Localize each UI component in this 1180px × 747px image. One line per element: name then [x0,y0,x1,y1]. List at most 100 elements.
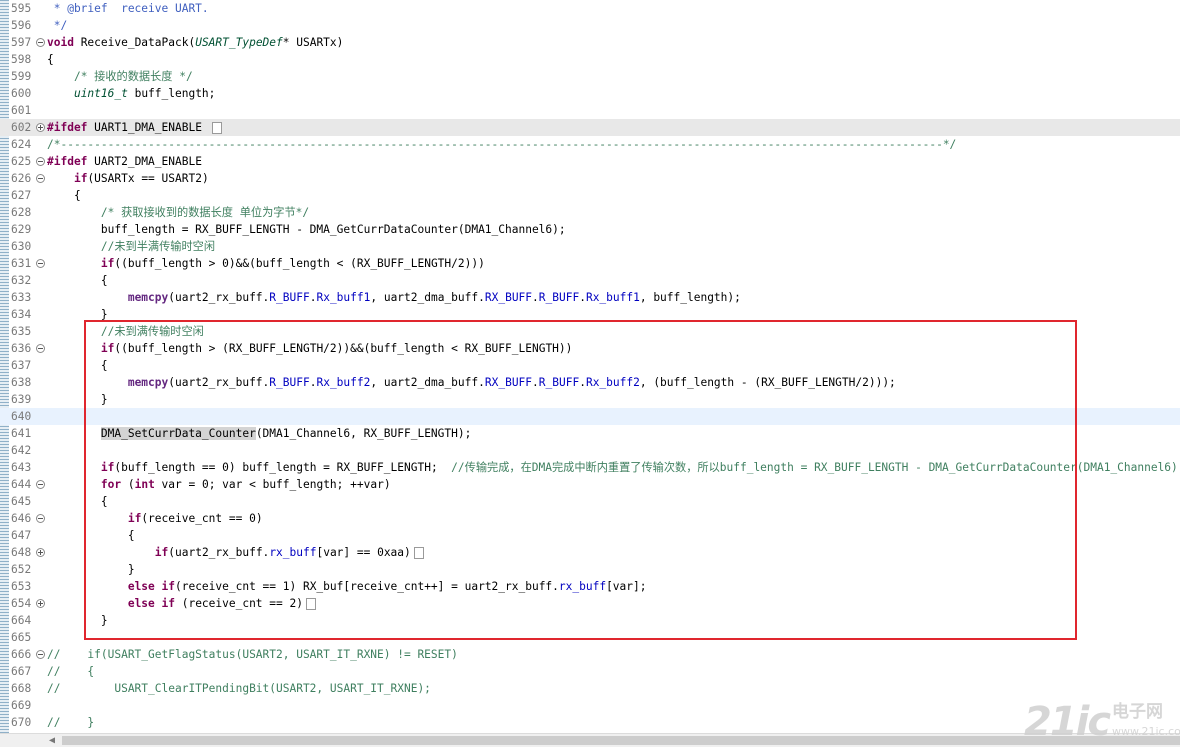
code-token: R_BUFF [538,291,580,304]
code-text: * @brief receive UART. [47,0,209,17]
code-line[interactable]: 601 [0,102,1180,119]
code-line[interactable]: 625 #ifdef UART2_DMA_ENABLE [0,153,1180,170]
code-editor[interactable]: 595 * @brief receive UART. 596 */597 void … [0,0,1180,733]
line-number: 642 [11,444,32,457]
code-line[interactable]: 642 [0,442,1180,459]
code-line[interactable]: 668 // USART_ClearITPendingBit(USART2, US… [0,680,1180,697]
line-number: 626 [11,172,32,185]
code-line[interactable]: 670 // } [0,714,1180,731]
scrollbar-thumb[interactable] [62,736,1180,745]
code-line[interactable]: 669 [0,697,1180,714]
code-line[interactable]: 600 uint16_t buff_length; [0,85,1180,102]
code-line[interactable]: 626 if(USARTx == USART2) [0,170,1180,187]
line-number: 639 [11,393,32,406]
code-line[interactable]: 598 { [0,51,1180,68]
code-line[interactable]: 599 /* 接收的数据长度 */ [0,68,1180,85]
code-line[interactable]: 666 // if(USART_GetFlagStatus(USART2, USA… [0,646,1180,663]
horizontal-scrollbar[interactable]: ◀ [0,733,1180,747]
code-line[interactable]: 630 //未到半满传输时空闲 [0,238,1180,255]
code-token: R_BUFF [269,376,310,389]
code-line[interactable]: 632 { [0,272,1180,289]
code-token: } [47,563,135,576]
code-text: if(USARTx == USART2) [47,170,209,187]
code-line[interactable]: 641 DMA_SetCurrData_Counter(DMA1_Channel… [0,425,1180,442]
line-number: 667 [11,665,32,678]
code-text: if((buff_length > (RX_BUFF_LENGTH/2))&&(… [47,340,573,357]
code-token: (buff_length == 0) buff_length = RX_BUFF… [114,461,452,474]
collapsed-block-icon[interactable] [413,547,424,559]
code-line[interactable]: 628 /* 获取接收到的数据长度 单位为字节*/ [0,204,1180,221]
fold-collapse-icon[interactable] [36,259,45,268]
fold-collapse-icon[interactable] [36,344,45,353]
code-token: [var] == 0xaa) [316,546,411,559]
line-number: 630 [11,240,32,253]
line-number: 664 [11,614,32,627]
code-line[interactable]: 634 } [0,306,1180,323]
code-line[interactable]: 631 if((buff_length > 0)&&(buff_length <… [0,255,1180,272]
code-token: Rx_buff1 [316,291,371,304]
code-line[interactable]: 652 } [0,561,1180,578]
code-token: Rx_buff1 [585,291,640,304]
code-line[interactable]: 640 [0,408,1180,425]
line-number: 652 [11,563,32,576]
fold-collapse-icon[interactable] [36,650,45,659]
code-line[interactable]: 624 /*-----------------------------------… [0,136,1180,153]
code-line[interactable]: 644 for (int var = 0; var < buff_length;… [0,476,1180,493]
code-text: void Receive_DataPack(USART_TypeDef* USA… [47,34,343,51]
code-token: for [100,478,122,491]
code-line[interactable]: 653 else if(receive_cnt == 1) RX_buf[rec… [0,578,1180,595]
code-line[interactable]: 635 //未到满传输时空闲 [0,323,1180,340]
code-line[interactable]: 596 */ [0,17,1180,34]
line-number: 640 [11,410,32,423]
code-line[interactable]: 602 #ifdef UART1_DMA_ENABLE [0,119,1180,136]
code-line[interactable]: 597 void Receive_DataPack(USART_TypeDef* … [0,34,1180,51]
code-line[interactable]: 629 buff_length = RX_BUFF_LENGTH - DMA_G… [0,221,1180,238]
line-number: 629 [11,223,32,236]
fold-expand-icon[interactable] [36,123,45,132]
code-line[interactable]: 633 memcpy(uart2_rx_buff.R_BUFF.Rx_buff1… [0,289,1180,306]
code-text: { [47,357,108,374]
fold-collapse-icon[interactable] [36,480,45,489]
fold-collapse-icon[interactable] [36,174,45,183]
code-line[interactable]: 638 memcpy(uart2_rx_buff.R_BUFF.Rx_buff2… [0,374,1180,391]
code-line[interactable]: 665 [0,629,1180,646]
fold-collapse-icon[interactable] [36,514,45,523]
code-line[interactable]: 636 if((buff_length > (RX_BUFF_LENGTH/2)… [0,340,1180,357]
code-line[interactable]: 667 // { [0,663,1180,680]
collapsed-block-icon[interactable] [305,598,316,610]
collapsed-block-icon[interactable] [211,122,222,134]
line-number: 654 [11,597,32,610]
code-line[interactable]: 646 if(receive_cnt == 0) [0,510,1180,527]
code-text: /* 获取接收到的数据长度 单位为字节*/ [47,204,309,221]
line-number: 633 [11,291,32,304]
code-line[interactable]: 648 if(uart2_rx_buff.rx_buff[var] == 0xa… [0,544,1180,561]
arrow-left-icon[interactable]: ◀ [46,735,58,747]
code-line[interactable]: 627 { [0,187,1180,204]
code-token: [var]; [606,580,647,593]
code-line[interactable]: 643 if(buff_length == 0) buff_length = R… [0,459,1180,476]
code-line[interactable]: 637 { [0,357,1180,374]
code-line[interactable]: 595 * @brief receive UART. [0,0,1180,17]
code-text: { [47,51,54,68]
fold-expand-icon[interactable] [36,548,45,557]
fold-expand-icon[interactable] [36,599,45,608]
code-line[interactable]: 639 } [0,391,1180,408]
code-line[interactable]: 645 { [0,493,1180,510]
code-token: * USARTx) [282,36,344,49]
code-line[interactable]: 647 { [0,527,1180,544]
code-line[interactable]: 654 else if (receive_cnt == 2) [0,595,1180,612]
code-token: //传输完成，在DMA完成中断内重置了传输次数，所以buff_length = … [451,461,1180,474]
code-text: else if (receive_cnt == 2) [47,595,316,612]
fold-collapse-icon[interactable] [36,38,45,47]
code-token: #ifdef [47,121,88,134]
code-text: #ifdef UART1_DMA_ENABLE [47,119,222,136]
fold-collapse-icon[interactable] [36,157,45,166]
code-text: uint16_t buff_length; [47,85,215,102]
code-line[interactable]: 664 } [0,612,1180,629]
